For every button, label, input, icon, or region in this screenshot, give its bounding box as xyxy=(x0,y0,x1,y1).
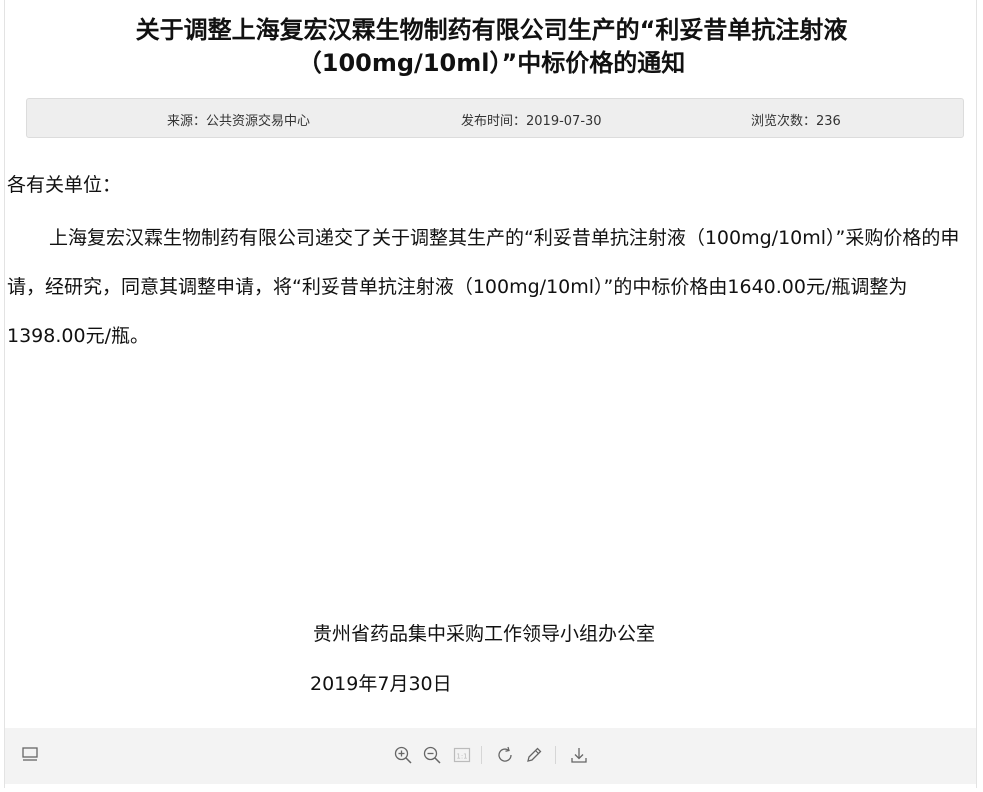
zoom-in-icon xyxy=(394,746,412,764)
zoom-out-icon xyxy=(423,746,441,764)
zoom-in-button[interactable] xyxy=(392,744,414,766)
sidebar-toggle-button[interactable] xyxy=(19,744,41,766)
meta-bar: 来源：公共资源交易中心 发布时间：2019-07-30 浏览次数：236 xyxy=(26,98,964,138)
toolbar-divider xyxy=(481,746,482,764)
meta-source: 来源：公共资源交易中心 xyxy=(167,114,311,129)
meta-view-count: 浏览次数：236 xyxy=(751,114,841,129)
download-icon xyxy=(571,748,587,763)
viewer-toolbar: 1:1 xyxy=(5,728,976,784)
zoom-out-button[interactable] xyxy=(421,744,443,766)
body-paragraph: 上海复宏汉霖生物制药有限公司递交了关于调整其生产的“利妥昔单抗注射液（100mg… xyxy=(7,227,960,347)
signature-organization: 贵州省药品集中采购工作领导小组办公室 xyxy=(313,623,656,645)
actual-size-label: 1:1 xyxy=(456,753,467,761)
rotate-button[interactable] xyxy=(494,744,516,766)
actual-size-icon: 1:1 xyxy=(453,747,471,763)
annotate-button[interactable] xyxy=(523,744,545,766)
signature-date: 2019年7月30日 xyxy=(310,673,452,695)
page-title: 关于调整上海复宏汉霖生物制药有限公司生产的“利妥昔单抗注射液 （100mg/10… xyxy=(0,14,983,80)
actual-size-button[interactable]: 1:1 xyxy=(451,744,473,766)
sidebar-toggle-icon xyxy=(22,747,38,761)
download-button[interactable] xyxy=(568,744,590,766)
toolbar-divider xyxy=(555,746,556,764)
meta-publish-time: 发布时间：2019-07-30 xyxy=(461,114,602,129)
rotate-icon xyxy=(498,746,512,762)
salutation: 各有关单位： xyxy=(7,174,122,196)
title-line-2: （100mg/10ml）”中标价格的通知 xyxy=(297,49,686,77)
annotate-pen-icon xyxy=(527,747,542,762)
title-line-1: 关于调整上海复宏汉霖生物制药有限公司生产的“利妥昔单抗注射液 xyxy=(135,16,848,44)
